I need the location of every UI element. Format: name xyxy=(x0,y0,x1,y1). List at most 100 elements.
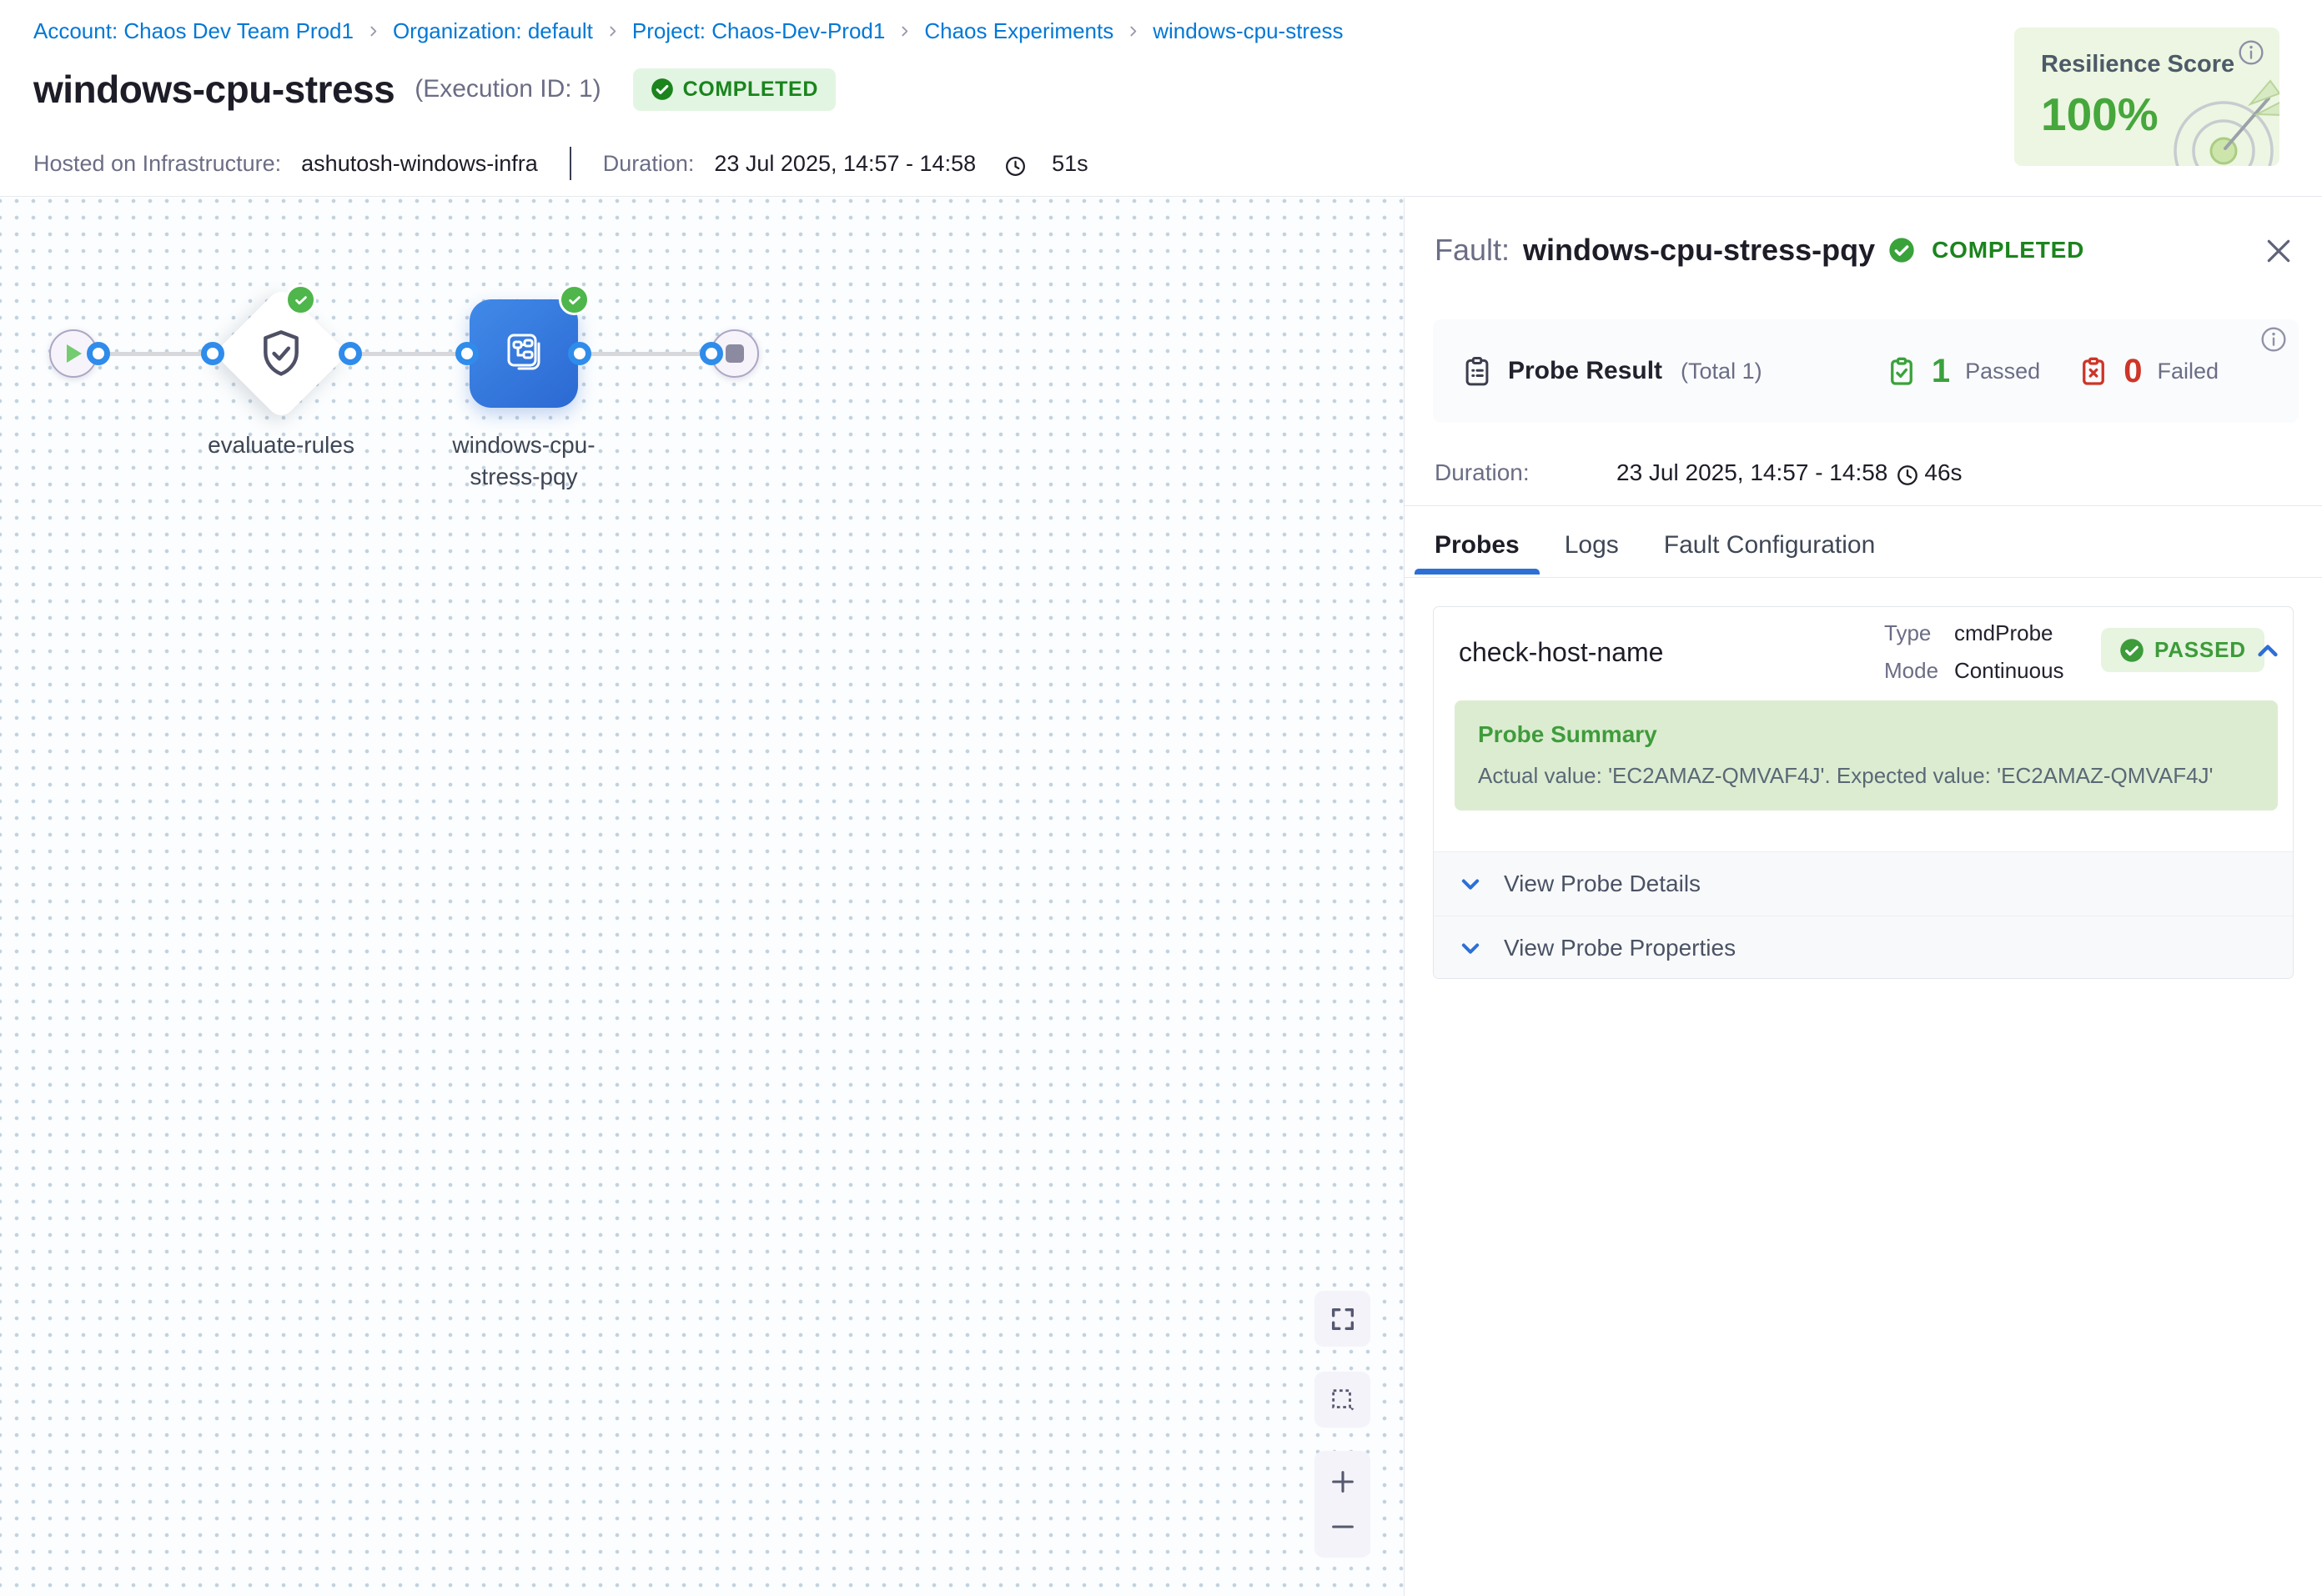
probe-summary-box: Probe Summary Actual value: 'EC2AMAZ-QMV… xyxy=(1455,700,2278,811)
title-row: windows-cpu-stress (Execution ID: 1) COM… xyxy=(33,67,836,112)
probe-summary-text: Actual value: 'EC2AMAZ-QMVAF4J'. Expecte… xyxy=(1478,763,2254,789)
clock-icon xyxy=(1896,464,1919,487)
chevron-down-icon xyxy=(1459,872,1482,896)
chevron-right-icon xyxy=(606,24,620,38)
probe-mode-value: Continuous xyxy=(1954,658,2064,683)
fullscreen-button[interactable] xyxy=(1314,1291,1370,1347)
chevron-down-icon xyxy=(1459,936,1482,960)
pipeline-canvas[interactable]: evaluate-rules windows-cpu-stress-pqy xyxy=(0,198,1405,1596)
chaos-fault-icon xyxy=(497,327,550,380)
breadcrumb-account[interactable]: Account: Chaos Dev Team Prod1 xyxy=(33,18,354,44)
panel-tabs: Probes Logs Fault Configuration xyxy=(1435,531,1875,575)
status-badge: COMPLETED xyxy=(633,68,836,111)
probe-summary-title: Probe Summary xyxy=(1478,721,2254,748)
divider xyxy=(1405,577,2322,578)
info-icon[interactable] xyxy=(2260,326,2287,353)
probe-name: check-host-name xyxy=(1459,637,1663,668)
breadcrumb: Account: Chaos Dev Team Prod1 Organizati… xyxy=(33,18,1344,44)
passed-count: 1 xyxy=(1932,353,1950,390)
clipboard-check-icon xyxy=(1887,356,1917,386)
fullscreen-icon xyxy=(1329,1305,1357,1333)
node-port xyxy=(87,342,110,365)
check-circle-icon xyxy=(2119,638,2144,663)
probe-mode-label: Mode xyxy=(1884,652,1954,690)
breadcrumb-chaos-experiments[interactable]: Chaos Experiments xyxy=(924,18,1113,44)
success-check-icon xyxy=(285,284,316,315)
plus-icon xyxy=(1329,1468,1357,1496)
probe-status-badge: PASSED xyxy=(2101,628,2264,672)
view-probe-details-row[interactable]: View Probe Details xyxy=(1434,851,2293,916)
zoom-in-button[interactable] xyxy=(1314,1459,1370,1504)
node-port xyxy=(568,342,591,365)
chevron-right-icon xyxy=(897,24,912,38)
node-port xyxy=(455,342,479,365)
play-icon xyxy=(63,343,83,364)
marquee-icon xyxy=(1329,1386,1357,1414)
view-probe-properties-label: View Probe Properties xyxy=(1504,935,1736,961)
divider xyxy=(570,147,571,180)
page-header: Account: Chaos Dev Team Prod1 Organizati… xyxy=(0,0,2322,197)
marquee-select-button[interactable] xyxy=(1314,1372,1370,1428)
tab-logs[interactable]: Logs xyxy=(1565,531,1619,575)
meta-row: Hosted on Infrastructure: ashutosh-windo… xyxy=(33,147,1088,180)
node-port xyxy=(339,342,362,365)
clock-icon xyxy=(1004,155,1027,178)
probe-type-mode: TypecmdProbe ModeContinuous xyxy=(1884,615,2064,690)
target-illustration xyxy=(2142,51,2279,166)
probe-result-title: Probe Result xyxy=(1508,357,1662,385)
hosted-label: Hosted on Infrastructure: xyxy=(33,151,281,177)
panel-duration-value: 23 Jul 2025, 14:57 - 14:58 xyxy=(1616,459,1887,486)
zoom-controls xyxy=(1314,1451,1370,1558)
chevron-right-icon xyxy=(1126,24,1140,38)
evaluate-rules-node[interactable] xyxy=(214,286,348,420)
passed-label: Passed xyxy=(1965,359,2040,384)
node-label: evaluate-rules xyxy=(198,429,364,461)
view-probe-details-label: View Probe Details xyxy=(1504,871,1701,897)
edge-connector xyxy=(580,352,711,356)
probe-type-label: Type xyxy=(1884,615,1954,652)
fault-details-panel: Fault: windows-cpu-stress-pqy COMPLETED … xyxy=(1404,198,2322,1596)
breadcrumb-current[interactable]: windows-cpu-stress xyxy=(1153,18,1343,44)
node-label: windows-cpu-stress-pqy xyxy=(449,429,599,493)
fault-name: windows-cpu-stress-pqy xyxy=(1523,233,1875,268)
resilience-score-value: 100% xyxy=(2041,88,2159,141)
panel-duration-label: Duration: xyxy=(1435,459,1616,486)
duration-elapsed: 51s xyxy=(1052,151,1088,177)
probe-expand-rows: View Probe Details View Probe Properties xyxy=(1434,851,2293,979)
check-circle-icon xyxy=(651,78,674,101)
breadcrumb-project[interactable]: Project: Chaos-Dev-Prod1 xyxy=(632,18,885,44)
probe-result-card: Probe Result (Total 1) 1 Passed 0 Failed xyxy=(1433,319,2299,423)
edge-connector xyxy=(98,352,213,356)
duration-value: 23 Jul 2025, 14:57 - 14:58 xyxy=(714,151,976,177)
check-circle-icon xyxy=(1888,237,1915,263)
execution-id: (Execution ID: 1) xyxy=(415,75,601,103)
clipboard-x-icon xyxy=(2078,356,2108,386)
breadcrumb-organization[interactable]: Organization: default xyxy=(393,18,593,44)
probe-card: check-host-name TypecmdProbe ModeContinu… xyxy=(1433,606,2294,979)
probe-result-total: (Total 1) xyxy=(1681,359,1762,384)
panel-duration-row: Duration: 23 Jul 2025, 14:57 - 14:58 46s xyxy=(1435,459,1963,486)
failed-label: Failed xyxy=(2157,359,2219,384)
view-probe-properties-row[interactable]: View Probe Properties xyxy=(1434,916,2293,979)
probe-type-value: cmdProbe xyxy=(1954,620,2053,645)
tab-fault-configuration[interactable]: Fault Configuration xyxy=(1664,531,1875,575)
fault-header: Fault: windows-cpu-stress-pqy COMPLETED xyxy=(1435,233,2084,268)
edge-connector xyxy=(350,352,467,356)
fault-node[interactable] xyxy=(470,299,578,408)
failed-count: 0 xyxy=(2123,353,2142,390)
fault-status: COMPLETED xyxy=(1932,237,2084,263)
probe-status-label: PASSED xyxy=(2154,637,2246,663)
divider xyxy=(1405,505,2322,506)
hosted-value: ashutosh-windows-infra xyxy=(301,151,538,177)
node-port xyxy=(700,342,723,365)
chevron-up-icon[interactable] xyxy=(2254,638,2281,665)
fault-label: Fault: xyxy=(1435,233,1510,268)
success-check-icon xyxy=(559,284,590,315)
close-icon[interactable] xyxy=(2262,234,2295,268)
duration-label: Duration: xyxy=(603,151,695,177)
tab-probes[interactable]: Probes xyxy=(1435,531,1520,575)
chevron-right-icon xyxy=(366,24,380,38)
zoom-out-button[interactable] xyxy=(1314,1504,1370,1549)
resilience-score-card: Resilience Score 100% xyxy=(2014,28,2279,166)
clipboard-icon xyxy=(1461,355,1493,387)
